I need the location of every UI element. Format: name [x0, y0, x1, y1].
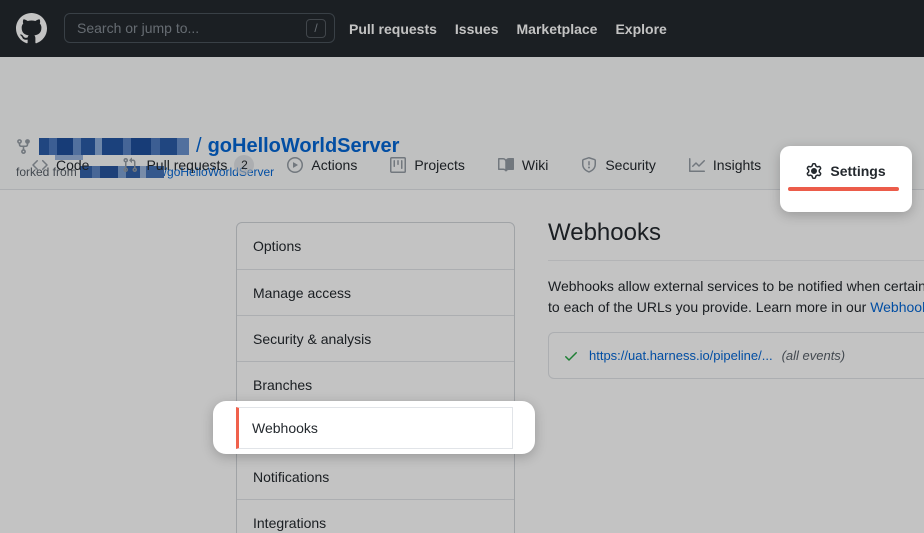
- description-line-2-text: to each of the URLs you provide. Learn m…: [548, 299, 870, 315]
- top-header: / Pull requests Issues Marketplace Explo…: [0, 0, 924, 57]
- nav-pull-requests[interactable]: Pull requests: [349, 21, 437, 37]
- tab-settings[interactable]: Settings: [780, 151, 912, 190]
- search-box: /: [64, 13, 335, 43]
- sidebar-item-integrations[interactable]: Integrations: [237, 499, 514, 533]
- project-board-icon: [390, 157, 406, 173]
- webhook-events-note: (all events): [782, 348, 846, 363]
- settings-content: Options Manage access Security & analysi…: [0, 190, 924, 533]
- tab-label: Pull requests: [146, 157, 227, 173]
- gear-icon: [806, 163, 822, 179]
- tab-label: Code: [56, 157, 89, 173]
- tab-label: Settings: [830, 163, 885, 179]
- sidebar-item-notifications[interactable]: Notifications: [237, 453, 514, 499]
- github-logo-icon[interactable]: [16, 13, 47, 44]
- settings-sidebar: Options Manage access Security & analysi…: [236, 222, 515, 533]
- tab-wiki[interactable]: Wiki: [498, 157, 548, 173]
- tab-security[interactable]: Security: [581, 157, 656, 173]
- webhooks-description: Webhooks allow external services to be n…: [548, 276, 924, 318]
- webhooks-guide-link[interactable]: Webhooks Guide.: [870, 299, 924, 315]
- tab-code[interactable]: Code: [32, 157, 89, 173]
- graph-icon: [689, 157, 705, 173]
- play-circle-icon: [287, 157, 303, 173]
- tab-actions[interactable]: Actions: [287, 157, 357, 173]
- book-icon: [498, 157, 514, 173]
- search-input[interactable]: [65, 14, 306, 42]
- github-repo-settings-page: / Pull requests Issues Marketplace Explo…: [0, 0, 924, 533]
- header-nav: Pull requests Issues Marketplace Explore: [349, 0, 667, 57]
- tab-label: Actions: [311, 157, 357, 173]
- tab-projects[interactable]: Projects: [390, 157, 465, 173]
- webhooks-panel: Webhooks Webhooks allow external service…: [548, 190, 924, 379]
- nav-explore[interactable]: Explore: [615, 21, 666, 37]
- description-line-1: Webhooks allow external services to be n…: [548, 276, 924, 297]
- sidebar-item-manage-access[interactable]: Manage access: [237, 269, 514, 315]
- tab-label: Wiki: [522, 157, 548, 173]
- webhooks-item-spotlight: Webhooks: [213, 401, 535, 454]
- slash-shortcut-key: /: [306, 19, 326, 38]
- tab-label: Insights: [713, 157, 761, 173]
- nav-issues[interactable]: Issues: [455, 21, 499, 37]
- tab-label: Security: [605, 157, 656, 173]
- sidebar-item-webhooks-active[interactable]: Webhooks: [236, 407, 513, 449]
- description-line-2: to each of the URLs you provide. Learn m…: [548, 297, 924, 318]
- shield-icon: [581, 157, 597, 173]
- git-pull-request-icon: [122, 157, 138, 173]
- webhook-url-link[interactable]: https://uat.harness.io/pipeline/...: [589, 348, 773, 363]
- sidebar-item-security-analysis[interactable]: Security & analysis: [237, 315, 514, 361]
- settings-tab-spotlight: Settings: [780, 146, 912, 212]
- nav-marketplace[interactable]: Marketplace: [517, 21, 598, 37]
- tab-pull-requests[interactable]: Pull requests 2: [122, 155, 254, 175]
- active-tab-underline: [788, 187, 899, 191]
- sidebar-item-options[interactable]: Options: [237, 223, 514, 269]
- webhook-list-item: https://uat.harness.io/pipeline/... (all…: [548, 332, 924, 379]
- pull-requests-count-badge: 2: [234, 155, 254, 175]
- check-icon: [563, 348, 579, 364]
- code-icon: [32, 157, 48, 173]
- tab-label: Projects: [414, 157, 465, 173]
- page-title: Webhooks: [548, 219, 924, 261]
- tab-insights[interactable]: Insights: [689, 157, 761, 173]
